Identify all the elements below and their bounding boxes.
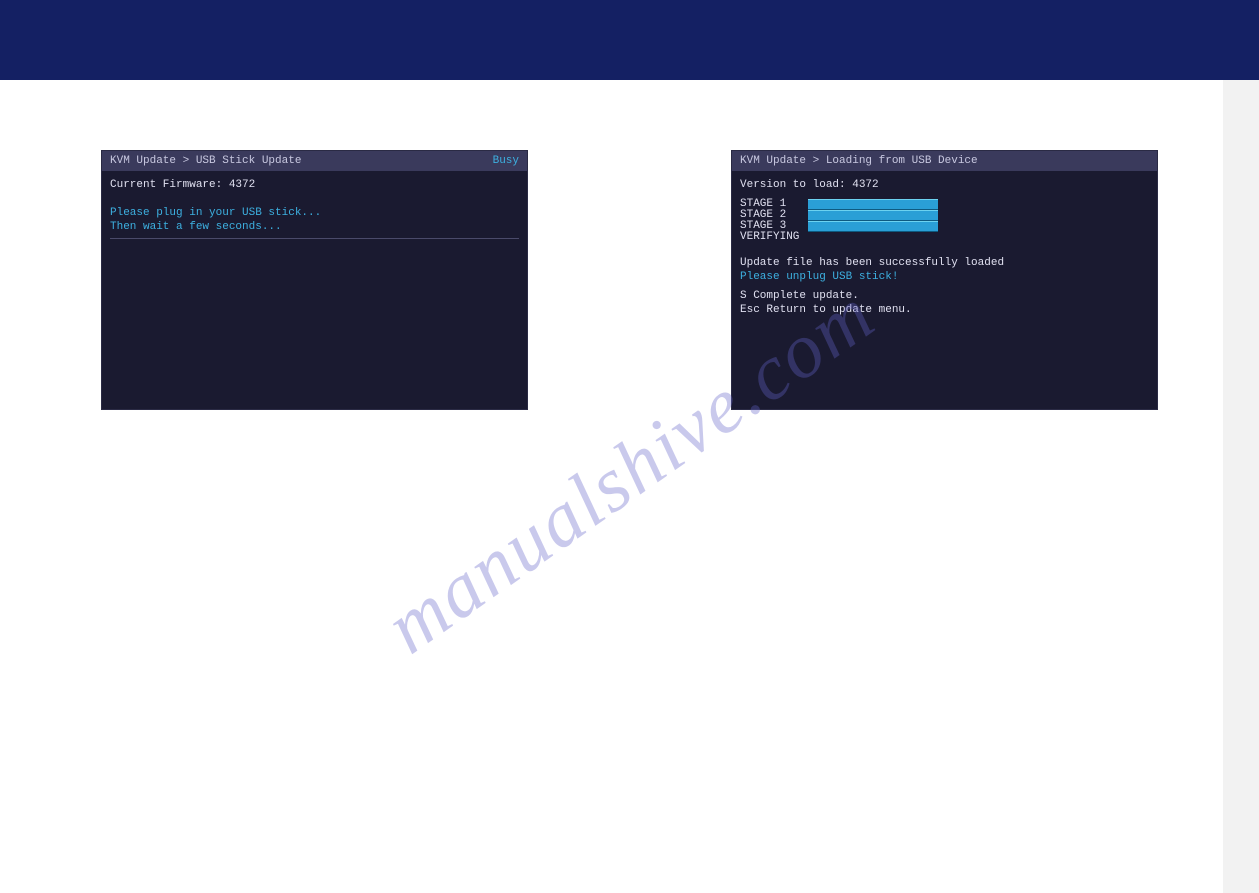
osd-body: Version to load: 4372 STAGE 1STAGE 2STAG… <box>732 171 1157 326</box>
stage-row: VERIFYING <box>740 232 1149 243</box>
prompt-line-2: Then wait a few seconds... <box>110 221 519 235</box>
stage-row: STAGE 2 <box>740 210 1149 221</box>
osd-body: Current Firmware: 4372 Please plug in yo… <box>102 171 527 251</box>
progress-bar <box>808 221 938 232</box>
progress-bar <box>808 233 938 242</box>
key-esc-line: Esc Return to update menu. <box>740 304 1149 318</box>
osd-panel-loading: KVM Update > Loading from USB Device Ver… <box>731 150 1158 410</box>
osd-title-bar: KVM Update > USB Stick Update Busy <box>102 151 527 171</box>
unplug-line: Please unplug USB stick! <box>740 271 1149 285</box>
right-gutter <box>1223 80 1259 893</box>
breadcrumb-text: KVM Update > Loading from USB Device <box>740 155 978 167</box>
stage-row: STAGE 3 <box>740 221 1149 232</box>
top-bar <box>0 0 1259 80</box>
osd-title-bar: KVM Update > Loading from USB Device <box>732 151 1157 171</box>
breadcrumb-text: KVM Update > USB Stick Update <box>110 155 301 167</box>
osd-panel-insert-usb: KVM Update > USB Stick Update Busy Curre… <box>101 150 528 410</box>
success-line: Update file has been successfully loaded <box>740 257 1149 271</box>
version-line: Version to load: 4372 <box>740 179 1149 193</box>
prompt-line-1: Please plug in your USB stick... <box>110 207 519 221</box>
progress-bar <box>808 210 938 221</box>
status-label: Busy <box>493 155 519 167</box>
divider-line <box>110 238 519 239</box>
stages-container: STAGE 1STAGE 2STAGE 3VERIFYING <box>740 199 1149 243</box>
firmware-line: Current Firmware: 4372 <box>110 179 519 193</box>
key-s-line: S Complete update. <box>740 290 1149 304</box>
page-body: KVM Update > USB Stick Update Busy Curre… <box>0 80 1259 893</box>
stage-row: STAGE 1 <box>740 199 1149 210</box>
stage-label: VERIFYING <box>740 231 808 243</box>
progress-bar <box>808 199 938 210</box>
